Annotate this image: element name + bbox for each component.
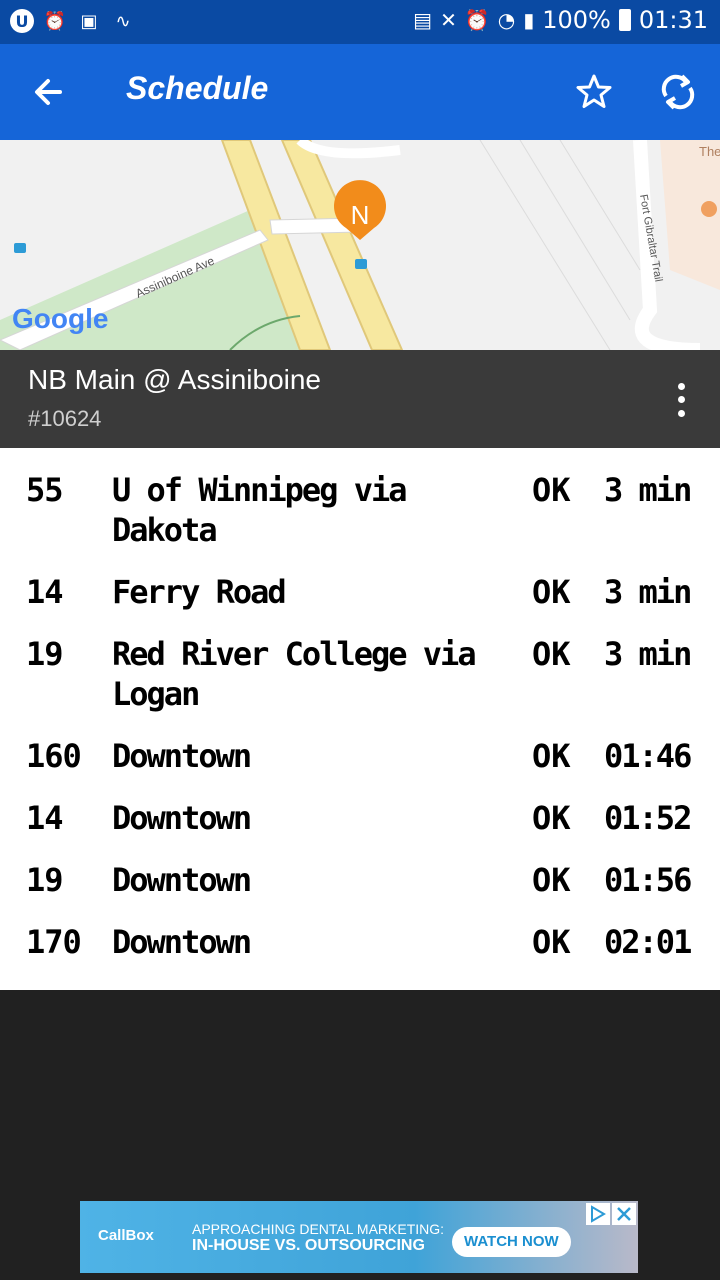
- route-number: 14: [26, 799, 64, 837]
- ad-close-button[interactable]: [612, 1203, 636, 1225]
- destination: Downtown: [112, 861, 252, 899]
- mute-icon: ✕: [440, 8, 457, 32]
- clock: 01:31: [638, 6, 708, 34]
- wifi-icon: ◔: [497, 8, 516, 32]
- status-text: OK: [532, 471, 571, 509]
- route-number: 19: [26, 635, 64, 673]
- map-poi-label: The: [699, 144, 720, 159]
- route-number: 55: [26, 471, 64, 509]
- route-number: 160: [26, 737, 82, 775]
- dot-icon: [677, 396, 685, 404]
- status-text: OK: [532, 737, 571, 775]
- status-text: OK: [532, 573, 571, 611]
- page-title: Schedule: [126, 70, 269, 106]
- ad-headline-1: APPROACHING DENTAL MARKETING:: [192, 1221, 445, 1237]
- image-icon: ▣: [80, 10, 98, 32]
- ad-banner[interactable]: CallBox APPROACHING DENTAL MARKETING: IN…: [80, 1201, 638, 1273]
- arrival-time: 3 min: [604, 573, 692, 611]
- destination-line-2: Logan: [112, 675, 200, 713]
- destination: Downtown: [112, 737, 252, 775]
- overflow-menu-button[interactable]: [664, 380, 698, 420]
- status-right-icons: ▤ ✕ ⏰ ◔ ▮ 100% 01:31: [413, 6, 708, 34]
- destination: Red River College via Logan: [112, 634, 512, 714]
- ad-choices-icon[interactable]: [586, 1203, 610, 1225]
- play-triangle-icon: [591, 1205, 606, 1223]
- alarm-icon: ⏰: [464, 8, 490, 32]
- map-canvas: Assiniboine Ave Fort Gibraltar Trail The…: [0, 140, 720, 350]
- google-logo: Google: [12, 303, 108, 334]
- stop-name: NB Main @ Assiniboine: [28, 364, 322, 395]
- star-icon: [576, 74, 612, 108]
- pulse-icon: ∿: [115, 10, 131, 32]
- destination-line-1: Red River College via: [112, 635, 477, 673]
- ad-brand-logo: CallBox: [98, 1227, 154, 1244]
- status-bar: U ⏰ ▣ ∿ ▤ ✕ ⏰ ◔ ▮ 100% 01:31: [0, 0, 720, 44]
- destination: Downtown: [112, 799, 252, 837]
- favorite-button[interactable]: [574, 70, 614, 114]
- schedule-list: 55 U of Winnipeg via Dakota OK 3 min 14 …: [0, 448, 720, 990]
- arrival-time: 02:01: [604, 923, 692, 961]
- destination: Ferry Road: [112, 573, 287, 611]
- signal-icon: ▮: [523, 8, 535, 32]
- ad-headline-2: IN-HOUSE VS. OUTSOURCING: [192, 1237, 425, 1254]
- close-icon: [617, 1207, 631, 1221]
- arrival-time: 01:56: [604, 861, 692, 899]
- stop-id: #10624: [28, 406, 102, 431]
- arrival-time: 3 min: [604, 471, 692, 509]
- refresh-button[interactable]: [658, 70, 698, 114]
- destination-line-1: U of Winnipeg via: [112, 471, 408, 509]
- status-left-icons: U ⏰ ▣ ∿: [10, 8, 136, 34]
- dot-icon: [677, 409, 685, 417]
- refresh-icon: [661, 74, 695, 110]
- u-icon: U: [10, 9, 34, 33]
- status-text: OK: [532, 923, 571, 961]
- arrival-time: 01:46: [604, 737, 692, 775]
- sim-icon: ▤: [413, 8, 433, 32]
- stop-header: NB Main @ Assiniboine #10624: [0, 350, 720, 448]
- map-pin-label: N: [351, 200, 370, 230]
- battery-percent: 100%: [542, 6, 611, 34]
- status-text: OK: [532, 861, 571, 899]
- ad-watch-now-button[interactable]: WATCH NOW: [452, 1227, 571, 1257]
- dot-icon: [677, 383, 685, 391]
- arrival-time: 3 min: [604, 635, 692, 673]
- arrival-time: 01:52: [604, 799, 692, 837]
- status-text: OK: [532, 799, 571, 837]
- back-button[interactable]: [30, 70, 70, 114]
- route-number: 19: [26, 861, 64, 899]
- map-view[interactable]: Assiniboine Ave Fort Gibraltar Trail The…: [0, 140, 720, 350]
- destination-line-2: Dakota: [112, 511, 218, 549]
- destination: U of Winnipeg via Dakota: [112, 470, 512, 550]
- arrow-left-icon: [35, 79, 62, 105]
- battery-icon: [618, 9, 631, 31]
- route-number: 14: [26, 573, 64, 611]
- route-number: 170: [26, 923, 82, 961]
- alarm-icon: ⏰: [43, 10, 67, 32]
- status-text: OK: [532, 635, 571, 673]
- destination: Downtown: [112, 923, 252, 961]
- app-bar: Schedule: [0, 44, 720, 140]
